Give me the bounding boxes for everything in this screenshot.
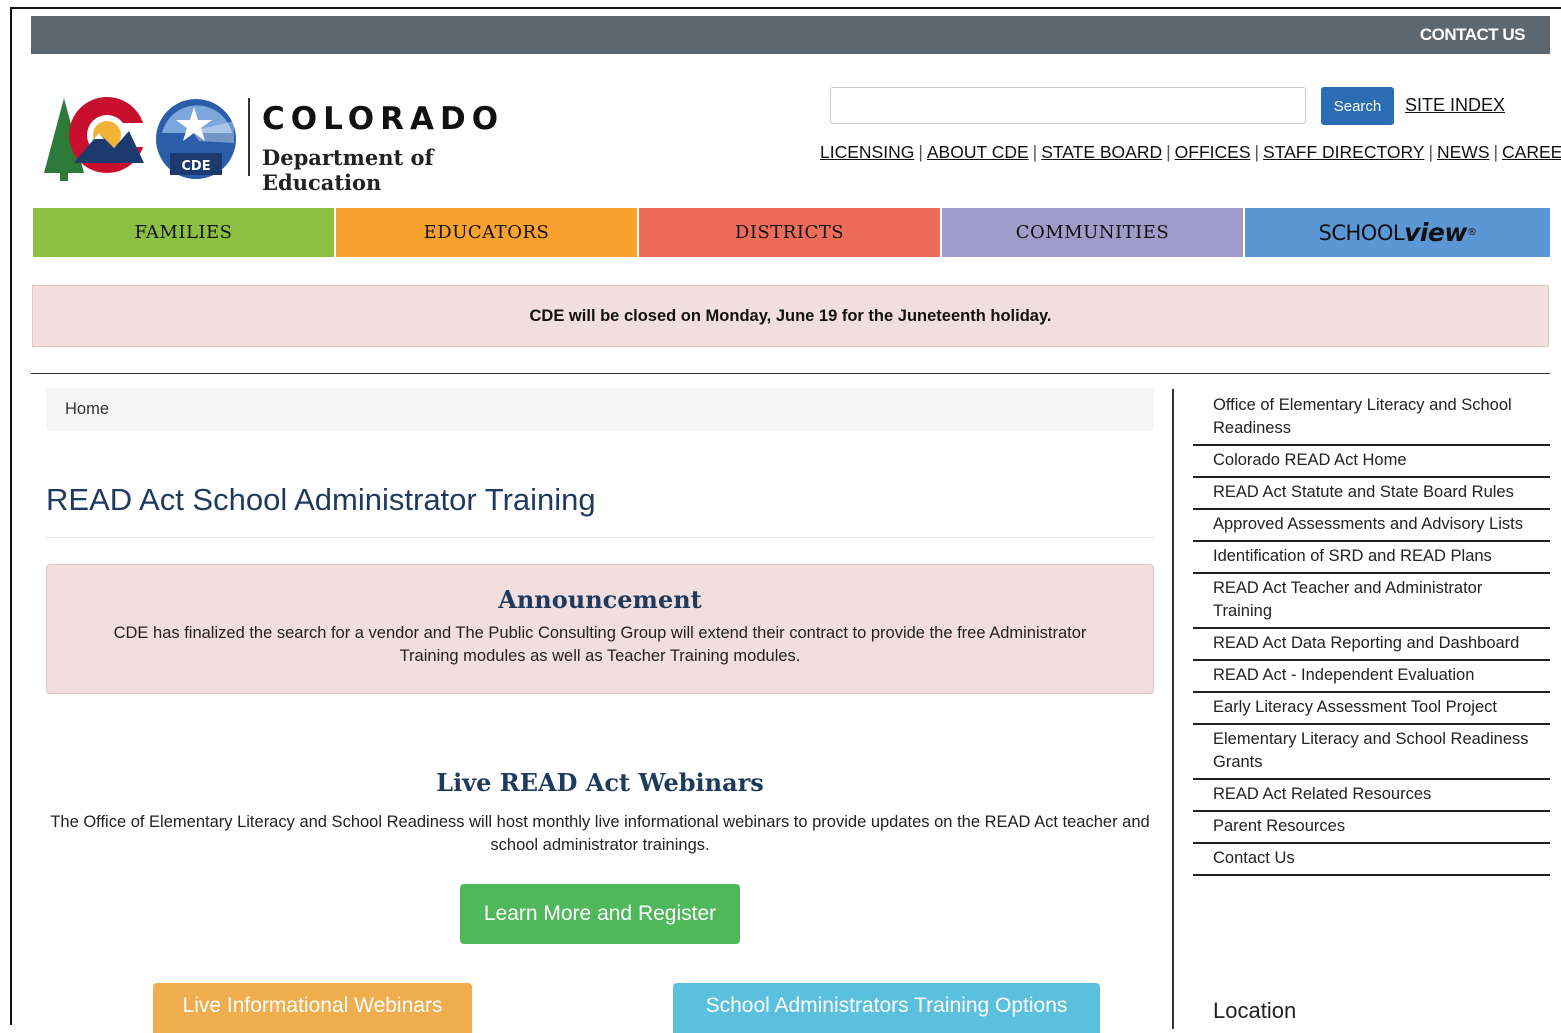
webinars-heading: Live READ Act Webinars [436,768,764,797]
sidebar-item-parent-resources[interactable]: Parent Resources [1193,812,1550,844]
top-utility-bar: CONTACT US [31,16,1550,54]
staff-directory-link[interactable]: STAFF DIRECTORY [1263,142,1424,162]
contact-us-link[interactable]: CONTACT US [1420,25,1526,45]
sidebar-item-srd-plans[interactable]: Identification of SRD and READ Plans [1193,542,1550,574]
offices-link[interactable]: OFFICES [1175,142,1251,162]
nav-tab-communities[interactable]: COMMUNITIES [942,208,1243,257]
announcement-text: CDE has finalized the search for a vendo… [113,624,1087,665]
announcement-heading: Announcement [498,585,702,614]
licensing-link[interactable]: LICENSING [820,142,914,162]
learn-more-register-button[interactable]: Learn More and Register [460,884,740,944]
holiday-alert-banner: CDE will be closed on Monday, June 19 fo… [32,285,1549,347]
sidebar-item-training[interactable]: READ Act Teacher and Administrator Train… [1193,574,1550,629]
sidebar-item-evaluation[interactable]: READ Act - Independent Evaluation [1193,661,1550,693]
content-divider [31,373,1550,374]
sidebar-item-related-resources[interactable]: READ Act Related Resources [1193,780,1550,812]
sidebar-divider [1172,389,1174,1029]
careers-link[interactable]: CAREERS [1502,142,1561,162]
breadcrumb: Home [46,388,1154,431]
logo-title: COLORADO [262,101,505,137]
logo-subtitle: Department of Education [262,145,434,195]
webinars-text: The Office of Elementary Literacy and Sc… [50,813,1150,854]
schoolview-logo-part1: SCHOOL [1318,220,1405,245]
schoolview-logo-part2: view [1404,218,1467,247]
sidebar-item-statute-rules[interactable]: READ Act Statute and State Board Rules [1193,478,1550,510]
main-navigation: FAMILIES EDUCATORS DISTRICTS COMMUNITIES… [33,208,1550,257]
announcement-box: Announcement CDE has finalized the searc… [46,564,1154,694]
sidebar-nav: Office of Elementary Literacy and School… [1193,391,1550,876]
live-webinars-button[interactable]: Live Informational Webinars [153,983,472,1033]
nav-tab-districts[interactable]: DISTRICTS [639,208,940,257]
cde-logo[interactable]: CDE COLORADO Department of Education [44,93,544,195]
sidebar-item-read-act-home[interactable]: Colorado READ Act Home [1193,446,1550,478]
registered-mark: ® [1466,227,1477,238]
breadcrumb-home[interactable]: Home [65,400,109,419]
nav-tab-schoolview[interactable]: SCHOOL view ® [1245,208,1550,257]
window-frame-left [10,7,12,1025]
state-board-link[interactable]: STATE BOARD [1041,142,1162,162]
search-button[interactable]: Search [1321,87,1394,125]
about-cde-link[interactable]: ABOUT CDE [927,142,1029,162]
sidebar-item-assessment-tool[interactable]: Early Literacy Assessment Tool Project [1193,693,1550,725]
seal-text: CDE [181,159,210,174]
page-title: READ Act School Administrator Training [46,482,596,517]
colorado-logo-icon: CDE [44,97,236,181]
location-heading: Location [1213,998,1297,1023]
search-input[interactable] [830,87,1306,124]
nav-tab-families[interactable]: FAMILIES [33,208,334,257]
logo-divider [248,98,250,176]
sidebar-item-data-dashboard[interactable]: READ Act Data Reporting and Dashboard [1193,629,1550,661]
site-index-link[interactable]: SITE INDEX [1405,95,1505,116]
nav-tab-educators[interactable]: EDUCATORS [336,208,637,257]
sidebar-item-contact-us[interactable]: Contact Us [1193,844,1550,876]
window-frame-top [10,7,1561,9]
utility-links: LICENSING | ABOUT CDE | STATE BOARD | OFFICES |… [820,142,1561,163]
news-link[interactable]: NEWS [1437,142,1490,162]
sidebar-item-assessments[interactable]: Approved Assessments and Advisory Lists [1193,510,1550,542]
admin-training-options-button[interactable]: School Administrators Training Options [673,983,1100,1033]
sidebar-item-office[interactable]: Office of Elementary Literacy and School… [1193,391,1550,446]
sidebar-item-grants[interactable]: Elementary Literacy and School Readiness… [1193,725,1550,780]
title-rule [46,537,1154,538]
